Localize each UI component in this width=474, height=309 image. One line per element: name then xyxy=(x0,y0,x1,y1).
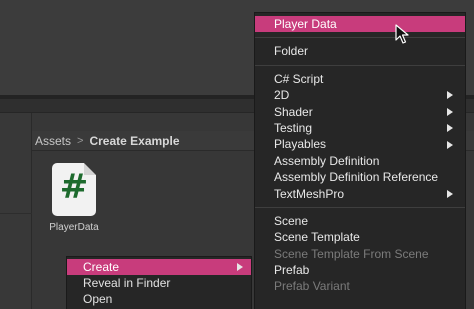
submenu-item-scene[interactable]: Scene xyxy=(255,213,465,229)
submenu-arrow-icon xyxy=(447,91,453,100)
asset-item-playerdata[interactable]: # PlayerData xyxy=(45,160,103,236)
menu-item-label: Create xyxy=(83,260,120,274)
asset-label: PlayerData xyxy=(49,222,99,233)
submenu-arrow-icon xyxy=(447,107,453,116)
hash-glyph: # xyxy=(59,167,89,207)
tree-row-divider xyxy=(0,213,32,214)
submenu-item-prefab-variant: Prefab Variant xyxy=(255,278,465,294)
submenu-item-label: Player Data xyxy=(274,17,337,31)
submenu-item-label: Testing xyxy=(274,120,313,135)
submenu-item-label: TextMeshPro xyxy=(274,186,345,201)
submenu-item-player-data[interactable]: Player Data xyxy=(255,16,465,33)
breadcrumb-separator-icon: > xyxy=(77,134,84,147)
submenu-arrow-icon xyxy=(447,140,453,149)
submenu-item-label: C# Script xyxy=(274,71,324,86)
submenu-item-assembly-definition-reference[interactable]: Assembly Definition Reference xyxy=(255,169,465,185)
csharp-script-icon: # xyxy=(52,163,96,216)
submenu-item-label: Assembly Definition xyxy=(274,153,380,168)
menu-item-reveal-in-finder[interactable]: Reveal in Finder xyxy=(67,275,251,291)
submenu-item-assembly-definition[interactable]: Assembly Definition xyxy=(255,153,465,169)
mouse-cursor-icon xyxy=(395,24,409,44)
submenu-arrow-icon xyxy=(237,263,243,271)
submenu-item-textmeshpro[interactable]: TextMeshPro xyxy=(255,186,465,202)
submenu-item-scene-template[interactable]: Scene Template xyxy=(255,229,465,245)
submenu-item-prefab[interactable]: Prefab xyxy=(255,262,465,278)
submenu-item-2d[interactable]: 2D xyxy=(255,87,465,103)
menu-separator xyxy=(255,37,465,39)
menu-item-label: Reveal in Finder xyxy=(83,276,171,290)
submenu-item-label: Assembly Definition Reference xyxy=(274,170,439,185)
submenu-item-label: Prefab xyxy=(274,263,310,278)
submenu-item-label: Prefab Variant xyxy=(274,279,350,294)
submenu-item-label: Scene Template xyxy=(274,230,360,245)
menu-item-label: Open xyxy=(83,292,113,306)
submenu-item-label: Scene xyxy=(274,213,309,228)
breadcrumb-current: Create Example xyxy=(89,133,180,148)
submenu-item-playables[interactable]: Playables xyxy=(255,136,465,152)
context-menu: Create Reveal in Finder Open xyxy=(66,256,252,309)
menu-item-open[interactable]: Open xyxy=(67,291,251,307)
folder-tree-pane xyxy=(0,113,32,309)
submenu-item-testing[interactable]: Testing xyxy=(255,120,465,136)
menu-separator xyxy=(255,206,465,208)
submenu-item-label: 2D xyxy=(274,88,290,103)
submenu-item-shader[interactable]: Shader xyxy=(255,104,465,120)
submenu-item-label: Playables xyxy=(274,137,327,152)
menu-separator xyxy=(255,64,465,66)
submenu-item-label: Shader xyxy=(274,104,313,119)
menu-item-create[interactable]: Create xyxy=(67,259,251,275)
submenu-item-label: Folder xyxy=(274,44,309,59)
breadcrumb-root[interactable]: Assets xyxy=(35,134,71,148)
submenu-item-csharp-script[interactable]: C# Script xyxy=(255,71,465,87)
submenu-item-folder[interactable]: Folder xyxy=(255,43,465,59)
submenu-arrow-icon xyxy=(447,124,453,133)
submenu-item-scene-template-from-scene: Scene Template From Scene xyxy=(255,246,465,262)
submenu-arrow-icon xyxy=(447,189,453,198)
submenu-item-label: Scene Template From Scene xyxy=(274,246,429,261)
create-submenu: Player Data Folder C# Script 2D Shader T… xyxy=(254,12,466,309)
